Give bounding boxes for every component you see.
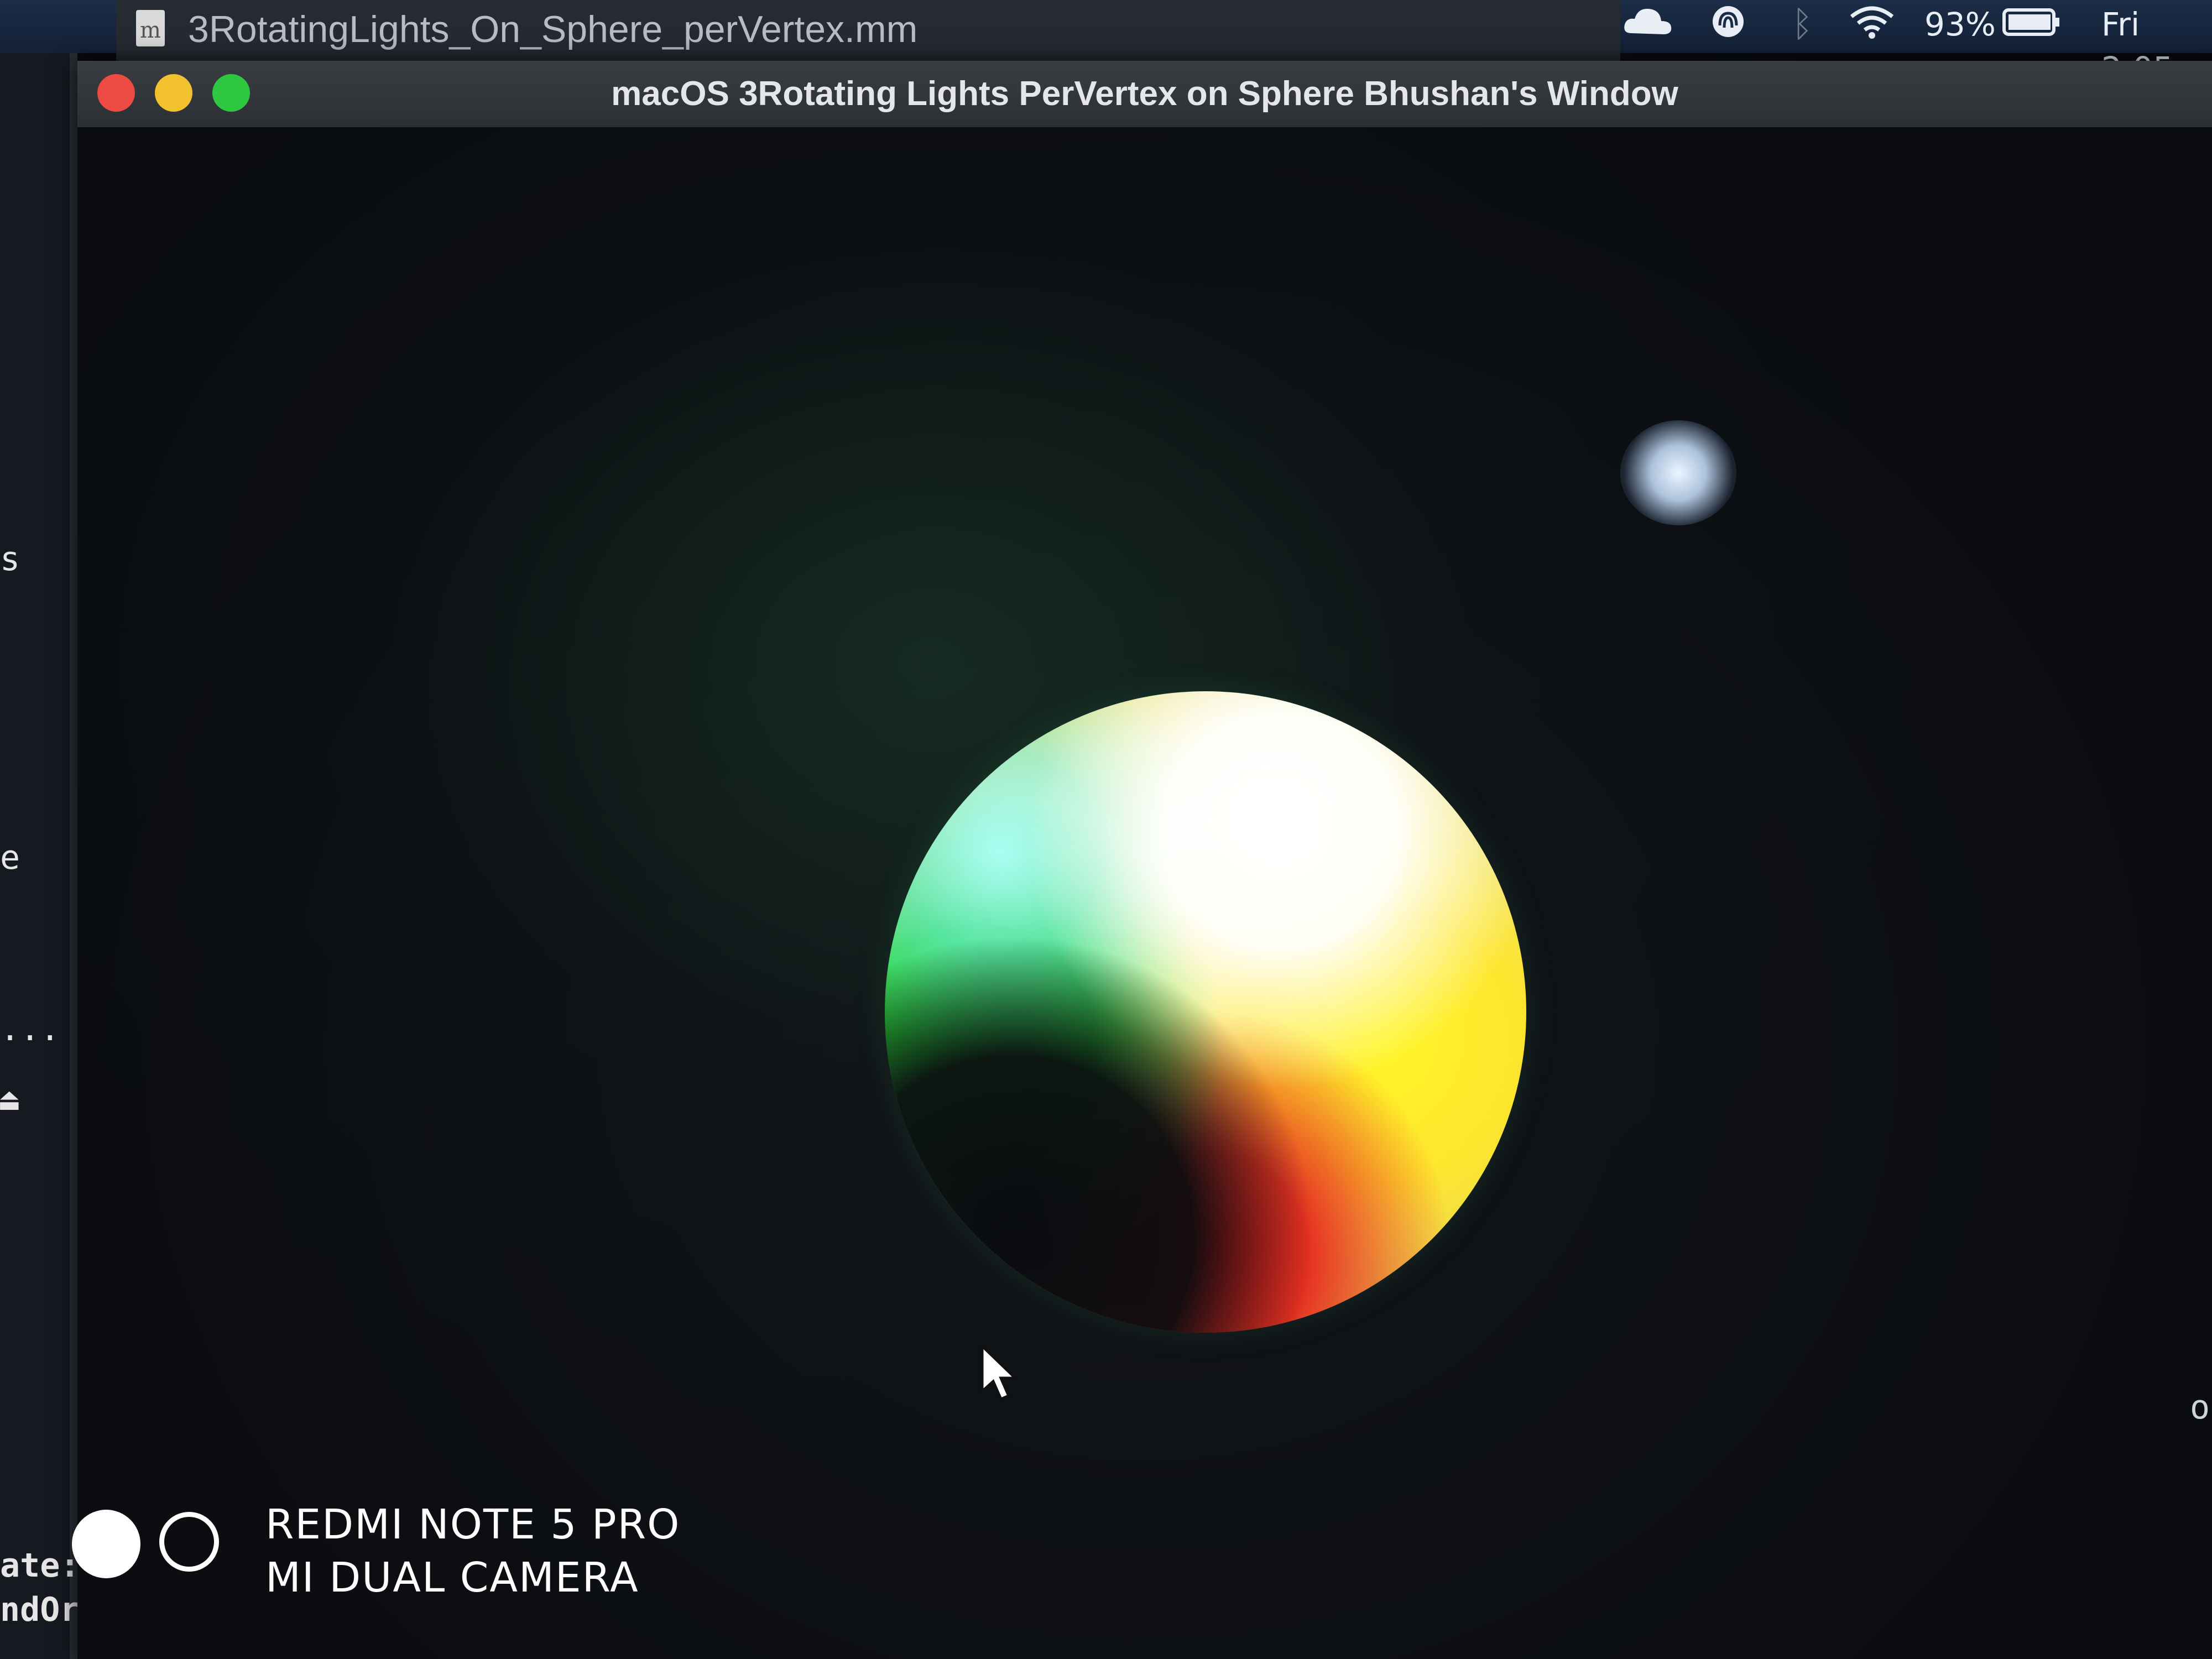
code-fragment: o: [2190, 1388, 2210, 1427]
mouse-cursor-icon: [980, 1344, 1019, 1401]
window-titlebar[interactable]: macOS 3Rotating Lights PerVertex on Sphe…: [77, 61, 2212, 128]
editor-file-name: 3RotatingLights_On_Sphere_perVertex.mm: [188, 8, 918, 50]
camera-watermark: REDMI NOTE 5 PRO MI DUAL CAMERA: [72, 1501, 735, 1615]
app-window: macOS 3Rotating Lights PerVertex on Sphe…: [77, 61, 2212, 1659]
fingerprint-icon[interactable]: [1709, 3, 1747, 40]
photo-of-screen: ᛒ 93% Fri 2:05 m 3RotatingLights_On_Sphe…: [0, 0, 2212, 1659]
wifi-icon[interactable]: [1847, 3, 1897, 40]
opengl-canvas[interactable]: [77, 127, 2212, 1659]
watermark-model: REDMI NOTE 5 PRO: [265, 1501, 681, 1548]
sphere-shadow: [885, 691, 1526, 1333]
watermark-ring-icon: [159, 1512, 219, 1572]
code-fragment: ...: [0, 1010, 60, 1048]
menu-clock[interactable]: Fri 2:05: [2101, 2, 2212, 87]
window-title: macOS 3Rotating Lights PerVertex on Sphe…: [611, 75, 1678, 113]
battery-percent: 93%: [1924, 6, 1996, 43]
cloud-icon[interactable]: [1620, 3, 1676, 40]
battery-icon[interactable]: [2002, 3, 2063, 40]
eject-icon[interactable]: ⏏: [0, 1082, 19, 1118]
file-icon: m: [136, 10, 165, 46]
screen-glare: [1620, 420, 1736, 525]
code-fragment: ate:: [0, 1546, 80, 1585]
watermark-camera: MI DUAL CAMERA: [265, 1554, 639, 1601]
editor-sidebar: s e ... ⏏ ate: ndOrd: [0, 53, 100, 1659]
code-fragment: s: [0, 540, 20, 578]
bluetooth-icon[interactable]: ᛒ: [1792, 2, 1813, 46]
code-fragment: e: [0, 838, 20, 877]
editor-scrollbar[interactable]: [70, 53, 77, 1659]
editor-file-tab[interactable]: m 3RotatingLights_On_Sphere_perVertex.mm: [116, 0, 1620, 66]
watermark-dot-icon: [72, 1510, 140, 1578]
